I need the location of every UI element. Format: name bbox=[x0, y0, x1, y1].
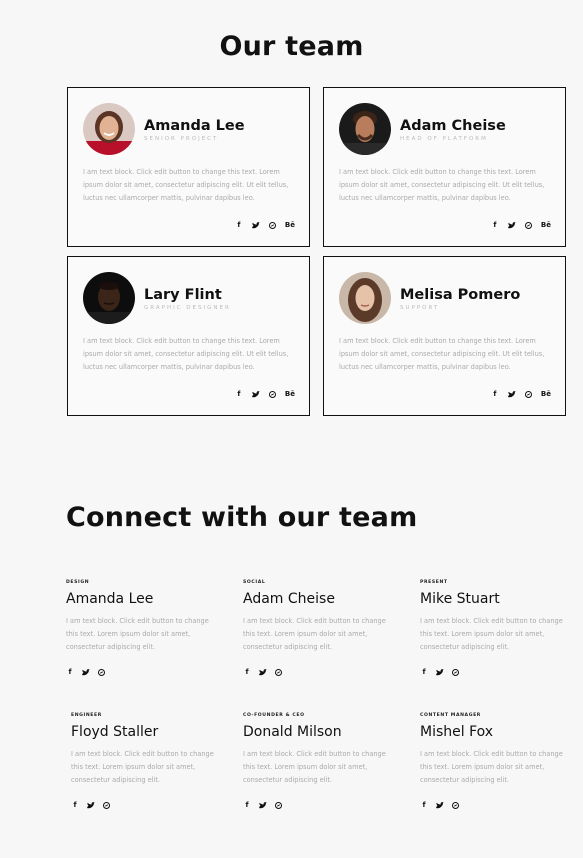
member-description: I am text block. Click edit button to ch… bbox=[243, 617, 386, 651]
dribbble-icon[interactable] bbox=[98, 668, 105, 676]
avatar bbox=[83, 272, 135, 324]
member-description: I am text block. Click edit button to ch… bbox=[66, 617, 209, 651]
facebook-icon[interactable]: f bbox=[243, 801, 251, 809]
member-tag: Content Manager bbox=[420, 713, 481, 718]
behance-icon[interactable]: Bē bbox=[541, 221, 551, 229]
facebook-icon[interactable]: f bbox=[235, 390, 243, 398]
facebook-icon[interactable]: f bbox=[235, 221, 243, 229]
avatar bbox=[339, 103, 391, 155]
facebook-icon[interactable]: f bbox=[420, 801, 428, 809]
member-description: I am text block. Click edit button to ch… bbox=[71, 750, 214, 784]
social-links: f bbox=[243, 668, 395, 676]
member-name: Amanda Lee bbox=[66, 591, 154, 607]
member-description: I am text block. Click edit button to ch… bbox=[243, 750, 386, 784]
member-tag: Present bbox=[420, 580, 448, 585]
social-links: f Bē bbox=[235, 221, 295, 229]
twitter-icon[interactable] bbox=[251, 390, 260, 398]
social-links: f bbox=[71, 801, 223, 809]
dribbble-icon[interactable] bbox=[524, 221, 532, 229]
member-description: I am text block. Click edit button to ch… bbox=[83, 168, 289, 202]
social-links: f bbox=[243, 801, 395, 809]
member-item: Engineer Floyd Staller I am text block. … bbox=[71, 713, 223, 809]
our-team-title: Our team bbox=[219, 31, 364, 62]
member-item: Content Manager Mishel Fox I am text blo… bbox=[420, 713, 572, 809]
member-item: Design Amanda Lee I am text block. Click… bbox=[66, 580, 218, 676]
facebook-icon[interactable]: f bbox=[491, 390, 499, 398]
avatar bbox=[339, 272, 391, 324]
member-role: Head of Platform bbox=[400, 136, 488, 142]
member-description: I am text block. Click edit button to ch… bbox=[339, 168, 545, 202]
member-item: Social Adam Cheise I am text block. Clic… bbox=[243, 580, 395, 676]
team-card-melisa-pomero: Melisa Pomero Support I am text block. C… bbox=[323, 256, 566, 416]
facebook-icon[interactable]: f bbox=[491, 221, 499, 229]
avatar bbox=[83, 103, 135, 155]
member-name: Adam Cheise bbox=[243, 591, 335, 607]
member-name: Mishel Fox bbox=[420, 724, 494, 740]
behance-icon[interactable]: Bē bbox=[285, 390, 295, 398]
member-name: Floyd Staller bbox=[71, 724, 159, 740]
twitter-icon[interactable] bbox=[436, 668, 444, 676]
member-item: Present Mike Stuart I am text block. Cli… bbox=[420, 580, 572, 676]
member-description: I am text block. Click edit button to ch… bbox=[420, 617, 563, 651]
member-name: Amanda Lee bbox=[144, 118, 245, 134]
member-description: I am text block. Click edit button to ch… bbox=[420, 750, 563, 784]
member-role: Graphic Designer bbox=[144, 305, 231, 311]
member-tag: Social bbox=[243, 580, 266, 585]
dribbble-icon[interactable] bbox=[452, 801, 459, 809]
dribbble-icon[interactable] bbox=[275, 801, 282, 809]
twitter-icon[interactable] bbox=[251, 221, 260, 229]
twitter-icon[interactable] bbox=[87, 801, 95, 809]
dribbble-icon[interactable] bbox=[275, 668, 282, 676]
member-tag: Co-Founder & CEO bbox=[243, 713, 305, 718]
facebook-icon[interactable]: f bbox=[71, 801, 79, 809]
member-tag: Design bbox=[66, 580, 90, 585]
member-item: Co-Founder & CEO Donald Milson I am text… bbox=[243, 713, 395, 809]
member-description: I am text block. Click edit button to ch… bbox=[83, 337, 289, 371]
member-tag: Engineer bbox=[71, 713, 102, 718]
team-card-amanda-lee: Amanda Lee Senior Project I am text bloc… bbox=[67, 87, 310, 247]
twitter-icon[interactable] bbox=[436, 801, 444, 809]
social-links: f bbox=[66, 668, 218, 676]
dribbble-icon[interactable] bbox=[524, 390, 532, 398]
member-role: Senior Project bbox=[144, 136, 219, 142]
dribbble-icon[interactable] bbox=[268, 390, 276, 398]
member-name: Adam Cheise bbox=[400, 118, 506, 134]
team-card-adam-cheise: Adam Cheise Head of Platform I am text b… bbox=[323, 87, 566, 247]
dribbble-icon[interactable] bbox=[268, 221, 276, 229]
social-links: f Bē bbox=[235, 390, 295, 398]
twitter-icon[interactable] bbox=[507, 221, 516, 229]
twitter-icon[interactable] bbox=[259, 668, 267, 676]
member-role: Support bbox=[400, 305, 440, 311]
social-links: f bbox=[420, 801, 572, 809]
facebook-icon[interactable]: f bbox=[66, 668, 74, 676]
member-description: I am text block. Click edit button to ch… bbox=[339, 337, 545, 371]
twitter-icon[interactable] bbox=[507, 390, 516, 398]
facebook-icon[interactable]: f bbox=[420, 668, 428, 676]
twitter-icon[interactable] bbox=[259, 801, 267, 809]
behance-icon[interactable]: Bē bbox=[541, 390, 551, 398]
facebook-icon[interactable]: f bbox=[243, 668, 251, 676]
connect-title: Connect with our team bbox=[66, 502, 418, 533]
team-card-lary-flint: Lary Flint Graphic Designer I am text bl… bbox=[67, 256, 310, 416]
twitter-icon[interactable] bbox=[82, 668, 90, 676]
behance-icon[interactable]: Bē bbox=[285, 221, 295, 229]
dribbble-icon[interactable] bbox=[452, 668, 459, 676]
social-links: f Bē bbox=[491, 221, 551, 229]
member-name: Melisa Pomero bbox=[400, 287, 521, 303]
social-links: f bbox=[420, 668, 572, 676]
social-links: f Bē bbox=[491, 390, 551, 398]
member-name: Lary Flint bbox=[144, 287, 222, 303]
member-name: Mike Stuart bbox=[420, 591, 500, 607]
dribbble-icon[interactable] bbox=[103, 801, 110, 809]
member-name: Donald Milson bbox=[243, 724, 342, 740]
